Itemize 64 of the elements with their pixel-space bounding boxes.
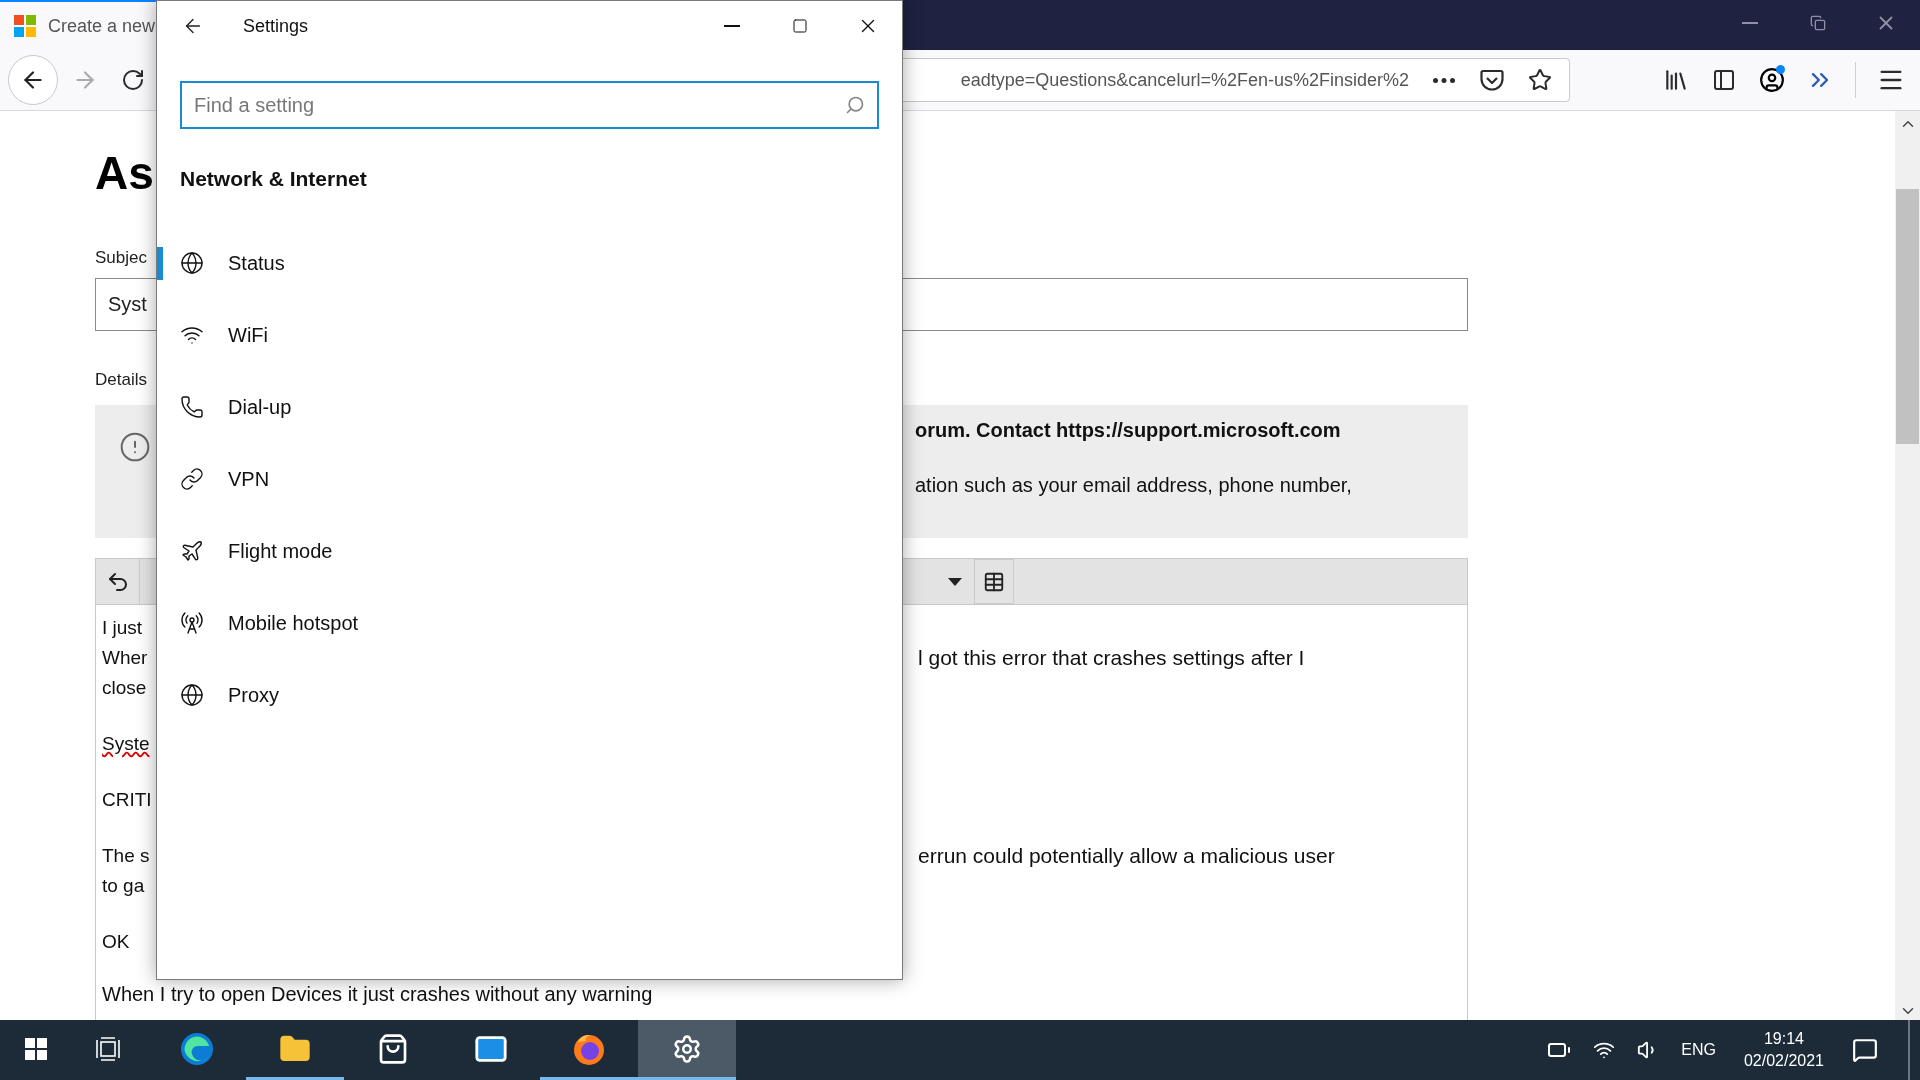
alert-icon [119,431,151,463]
subject-label: Subjec [95,248,147,268]
sidebar-icon [1712,68,1736,92]
globe-icon [180,683,204,707]
tab-title: Create a new [48,15,156,37]
url-text: eadtype=Questions&cancelurl=%2Fen-us%2Finsider%2 [960,69,1409,91]
minimize-icon [724,25,740,27]
nav-item[interactable]: Proxy [157,659,902,731]
account-icon [1759,67,1785,93]
table-button[interactable] [974,559,1014,604]
scroll-thumb[interactable] [1896,189,1919,444]
section-heading: Network & Internet [180,167,368,191]
link-icon [180,467,204,491]
notice-text: ation such as your email address, phone number, [915,474,1353,497]
dropdown-caret-icon[interactable] [948,577,962,586]
globe-icon [180,251,204,275]
task-view-icon [95,1036,121,1061]
search-field[interactable]: Find a setting [180,81,879,129]
minimize-icon [1742,22,1758,24]
clock-time[interactable]: 19:14 [1763,1030,1804,1048]
phone-icon [180,395,204,419]
editor-text: l got this error that crashes settings after I [917,646,1305,670]
windows-logo-icon [14,15,36,37]
nav-item[interactable]: Flight mode [157,515,902,587]
editor-text: Wher [101,647,148,669]
gear-icon [672,1033,702,1064]
clock-date[interactable]: 02/02/2021 [1743,1052,1824,1070]
details-label: Details [95,370,147,390]
plane-icon [180,539,204,563]
notifications-icon[interactable] [1852,1037,1878,1063]
star-icon [1528,68,1552,92]
reload-icon [121,68,145,92]
windows-logo-icon [25,1037,47,1060]
nav-item[interactable]: Mobile hotspot [157,587,902,659]
maximize-icon [792,18,808,34]
table-icon [983,570,1005,593]
browser-logo-icon [180,1031,214,1066]
antenna-icon [180,611,204,635]
taskbar-app[interactable] [638,1020,736,1080]
notice-warning: orum. Contact https://support.microsoft.com [915,419,1342,442]
language-indicator[interactable]: ENG [1681,1041,1716,1059]
nav-item[interactable]: Dial-up [157,371,902,443]
scrollbar[interactable] [1895,111,1920,1020]
editor-text: OK [101,931,130,953]
notification-dot [1776,65,1785,74]
page-heading: As [95,146,154,200]
more-icon [1433,77,1455,83]
pocket-icon [1480,69,1504,91]
editor-text: CRITI [101,789,152,811]
library-icon [1663,67,1689,93]
back-button[interactable] [8,55,58,105]
editor-text: When I try to open Devices it just crashes without any warning [101,983,653,1005]
editor-text: I just [101,617,143,639]
editor-text: errun could potentially allow a malicious user [917,844,1335,868]
search-icon [845,95,865,115]
nav-item[interactable]: VPN [157,443,902,515]
shopping-bag-icon [377,1032,409,1065]
editor-text: The s [101,845,150,867]
nav-item[interactable]: Status [157,227,902,299]
editor-text: Syste [101,733,150,755]
editor-text: close [101,677,147,699]
nav-item[interactable]: WiFi [157,299,902,371]
editor-text: to ga [101,875,145,897]
restore-icon [1810,15,1826,31]
